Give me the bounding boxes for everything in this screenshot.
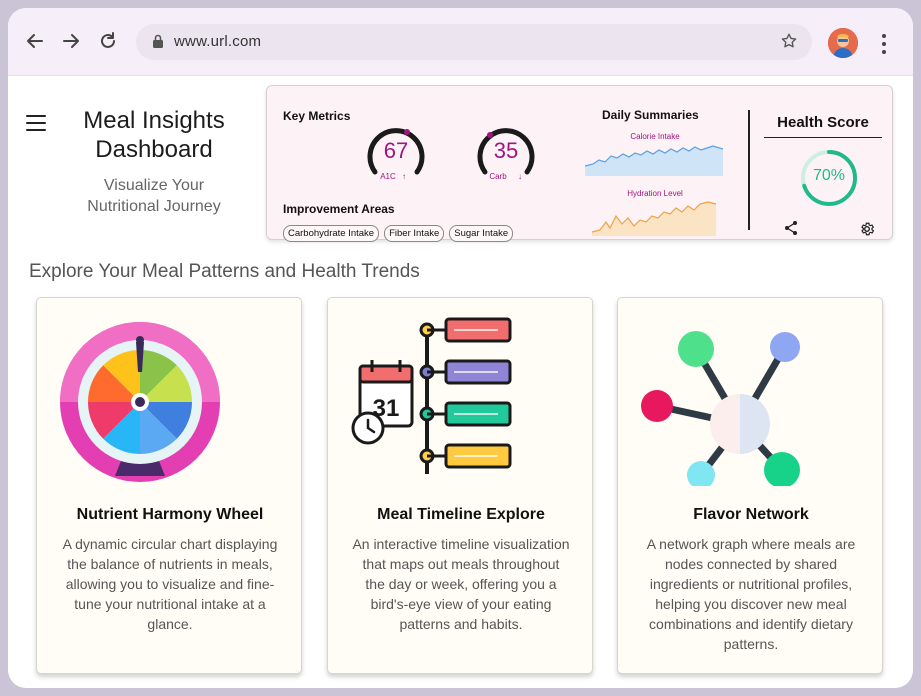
card-title: Nutrient Harmony Wheel: [76, 506, 264, 523]
hydration-level-label: Hydration Level: [627, 189, 683, 198]
chip-carbohydrate[interactable]: Carbohydrate Intake: [283, 225, 380, 242]
share-icon: [785, 221, 797, 235]
improvement-areas-label: Improvement Areas: [283, 202, 395, 216]
metrics-panel: Key Metrics 67 A1C ↑ 35 Carb ↓ Improveme…: [266, 85, 893, 242]
gear-icon: [861, 222, 875, 236]
card-flavor-network[interactable]: Flavor Network A network graph where mea…: [617, 297, 883, 674]
nutrient-wheel-illustration: [37, 316, 303, 486]
carb-gauge: 35 Carb ↓: [473, 122, 539, 188]
card-title: Flavor Network: [693, 506, 809, 523]
kebab-icon[interactable]: [874, 32, 894, 56]
card-description: A dynamic circular chart displaying the …: [62, 536, 278, 632]
arrow-left-icon: [27, 34, 43, 48]
timeline-illustration: 31: [328, 316, 594, 486]
calorie-intake-label: Calorie Intake: [630, 132, 680, 141]
reload-button[interactable]: [95, 28, 121, 54]
avatar[interactable]: [828, 28, 858, 58]
card-description: An interactive timeline visualization th…: [352, 536, 570, 632]
panel-divider: [748, 110, 750, 230]
card-meal-timeline[interactable]: 31 Meal Timeline Explore An interactive …: [327, 297, 593, 674]
daily-summaries-label: Daily Summaries: [602, 108, 699, 122]
browser-window: www.url.com Meal Insights Dashboard Visu…: [8, 8, 913, 688]
health-score-value: 70%: [812, 167, 846, 184]
chip-sugar[interactable]: Sugar Intake: [449, 225, 514, 242]
address-bar[interactable]: www.url.com: [136, 24, 812, 60]
carb-trend: ↓: [518, 172, 522, 181]
avatar-image: [828, 28, 858, 58]
settings-button[interactable]: [858, 220, 876, 238]
health-score-title: Health Score: [764, 114, 882, 138]
back-button[interactable]: [22, 28, 48, 54]
url-text: www.url.com: [174, 33, 262, 50]
network-illustration: [618, 316, 884, 489]
browser-toolbar: www.url.com: [8, 8, 913, 76]
carb-value: 35: [493, 138, 519, 163]
section-title: Explore Your Meal Patterns and Health Tr…: [29, 261, 420, 282]
lock-icon: [153, 34, 163, 48]
card-nutrient-harmony-wheel[interactable]: Nutrient Harmony Wheel A dynamic circula…: [36, 297, 302, 674]
arrow-right-icon: [63, 34, 79, 48]
improvement-chips: Carbohydrate Intake Fiber Intake Sugar I…: [283, 225, 514, 242]
a1c-value: 67: [383, 138, 409, 163]
star-icon[interactable]: [780, 32, 798, 50]
forward-button[interactable]: [58, 28, 84, 54]
calorie-sparkline: [585, 145, 723, 176]
a1c-trend: ↑: [402, 172, 406, 181]
wheel-icon: [60, 322, 220, 482]
network-icon: [641, 331, 800, 489]
chip-fiber[interactable]: Fiber Intake: [384, 225, 445, 242]
hamburger-icon[interactable]: [26, 115, 46, 131]
page-subtitle: Visualize Your Nutritional Journey: [87, 177, 221, 215]
reload-icon: [101, 32, 115, 48]
key-metrics-label: Key Metrics: [283, 109, 351, 123]
card-description: A network graph where meals are nodes co…: [646, 536, 856, 652]
timeline-icon: 31: [351, 317, 512, 474]
hydration-sparkline: [592, 201, 716, 236]
health-score-ring: 70%: [799, 148, 859, 208]
share-button[interactable]: [782, 219, 800, 237]
page-title: Meal Insights Dashboard: [83, 107, 225, 163]
a1c-gauge: 67 A1C ↑: [363, 122, 429, 188]
card-title: Meal Timeline Explore: [377, 506, 545, 523]
